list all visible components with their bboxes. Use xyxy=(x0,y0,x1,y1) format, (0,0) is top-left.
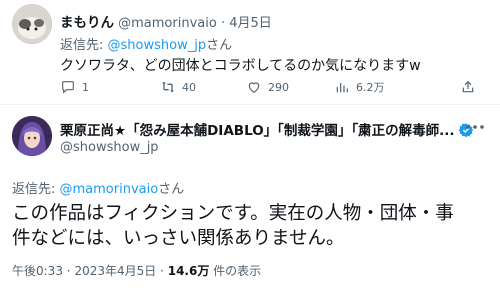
tweet-time[interactable]: 午後0:33 xyxy=(12,264,63,278)
cat-photo-icon xyxy=(12,4,52,44)
view-count: 14.6万 xyxy=(167,264,210,278)
like-count: 290 xyxy=(268,80,289,94)
reply-to-line: 返信先: @mamorinvaioさん xyxy=(12,178,184,197)
reply-icon xyxy=(62,81,74,94)
tweet-date[interactable]: 2023年4月5日 xyxy=(74,264,156,278)
retweet-icon xyxy=(162,81,174,93)
tweet-text-line-2: 件などには、いっさい関係ありません。 xyxy=(12,228,345,249)
reply-button[interactable]: 1 xyxy=(60,79,89,95)
display-name[interactable]: 栗原正尚★「怨み屋本舗DIABLO」「制裁学園」「粛正の解毒師... xyxy=(60,119,474,139)
reply-target-link[interactable]: @mamorinvaio xyxy=(60,182,159,197)
tweet-text-line-1: この作品はフィクションです。実在の人物・団体・事 xyxy=(12,203,454,224)
handle[interactable]: @mamorinvaio xyxy=(118,16,217,31)
reply-target-link[interactable]: @showshow_jp xyxy=(108,38,207,53)
reply-tweet[interactable]: まもりん @mamorinvaio · 4月5日 返信先: @showshow_… xyxy=(0,0,500,104)
anime-character-avatar-icon xyxy=(12,116,52,156)
display-name[interactable]: まもりん xyxy=(60,15,114,31)
tweet-text: クソワラタ、どの団体とコラボしてるのか気になりますw xyxy=(60,58,421,74)
reply-count: 1 xyxy=(82,80,89,94)
like-button[interactable]: 290 xyxy=(246,79,289,95)
reply-prefix: 返信先: xyxy=(60,38,108,53)
reply-suffix: さん xyxy=(158,182,185,197)
view-count: 6.2万 xyxy=(356,81,385,94)
tweet-meta: 午後0:33 · 2023年4月5日 · 14.6万 件の表示 xyxy=(12,262,261,279)
retweet-button[interactable]: 40 xyxy=(160,79,196,95)
more-dots-icon xyxy=(466,125,484,129)
separator: · xyxy=(220,16,226,31)
meta-separator: · xyxy=(160,264,164,278)
action-bar: 1 40 290 6.2万 xyxy=(60,79,480,97)
share-icon xyxy=(462,80,474,93)
share-button[interactable] xyxy=(460,79,476,95)
reply-suffix: さん xyxy=(206,38,233,53)
reply-to-line: 返信先: @showshow_jpさん xyxy=(60,34,232,53)
avatar[interactable] xyxy=(12,4,52,44)
meta-separator: · xyxy=(66,264,71,278)
views-label: 件の表示 xyxy=(213,264,262,278)
views-button[interactable]: 6.2万 xyxy=(334,79,385,95)
handle[interactable]: @showshow_jp xyxy=(60,140,159,155)
avatar[interactable] xyxy=(12,116,52,156)
reply-prefix: 返信先: xyxy=(12,182,60,197)
views-chart-icon xyxy=(336,83,348,93)
divider xyxy=(0,104,500,105)
tweet-text: この作品はフィクションです。実在の人物・団体・事 件などには、いっさい関係ありま… xyxy=(12,201,492,251)
tweet-date[interactable]: 4月5日 xyxy=(229,16,272,31)
display-name-text: 栗原正尚★「怨み屋本舗DIABLO」「制裁学園」「粛正の解毒師... xyxy=(60,123,455,139)
retweet-count: 40 xyxy=(182,80,196,94)
reply-header: まもりん @mamorinvaio · 4月5日 xyxy=(60,11,272,31)
heart-icon xyxy=(248,82,260,94)
more-options-button[interactable] xyxy=(463,118,487,136)
